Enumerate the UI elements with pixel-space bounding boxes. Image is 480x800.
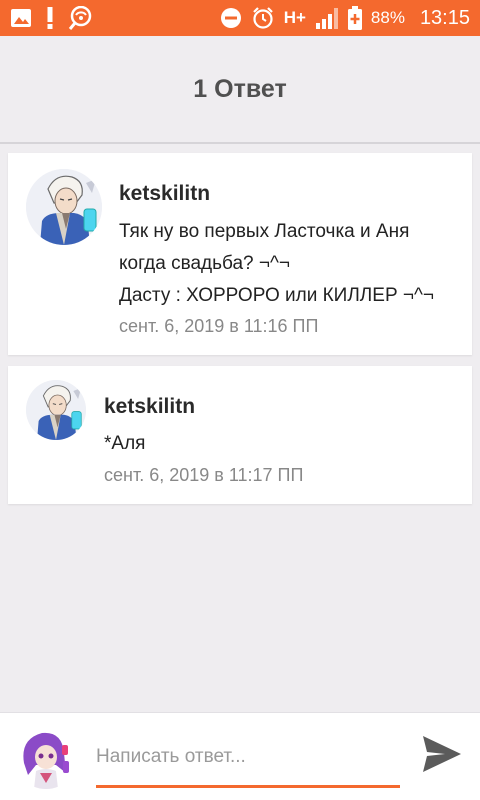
avatar[interactable] <box>26 380 86 440</box>
status-bar: H+ 88% 13:15 <box>0 0 480 36</box>
send-icon <box>421 734 463 774</box>
battery-icon <box>347 6 362 30</box>
comment-timestamp: сент. 6, 2019 в 11:16 ПП <box>119 316 319 336</box>
alarm-icon <box>251 6 275 30</box>
avatar[interactable] <box>26 169 102 245</box>
image-icon <box>10 8 32 28</box>
comment-content: ketskilitn Тяк ну во первых Ласточка и А… <box>119 181 464 339</box>
header: 1 Ответ <box>0 36 480 144</box>
comment-text: Тяк ну во первых Ласточка и Аня <box>119 221 410 242</box>
author-name[interactable]: ketskilitn <box>119 181 464 207</box>
my-avatar <box>14 725 78 789</box>
input-underline <box>96 785 400 788</box>
clock: 13:15 <box>419 6 470 29</box>
do-not-disturb-icon <box>220 7 242 29</box>
comment-text: когда свадьба? ¬^¬ <box>119 253 290 274</box>
reply-composer <box>0 712 480 800</box>
signal-icon <box>315 7 339 29</box>
battery-level: 88% <box>370 8 405 27</box>
reply-input[interactable] <box>96 739 400 775</box>
author-name[interactable]: ketskilitn <box>104 394 464 420</box>
send-button[interactable] <box>418 730 466 778</box>
alert-icon <box>46 7 54 29</box>
comment-card: ketskilitn Тяк ну во первых Ласточка и А… <box>8 153 472 355</box>
network-type: H+ <box>283 8 306 27</box>
comment-text: Дасту : ХОРРОРО или КИЛЛЕР ¬^¬ <box>119 285 435 306</box>
comment-card: ketskilitn *Аля сент. 6, 2019 в 11:17 ПП <box>8 366 472 504</box>
wifi-search-icon <box>68 6 94 30</box>
comment-text: *Аля <box>104 433 146 454</box>
comment-content: ketskilitn *Аля сент. 6, 2019 в 11:17 ПП <box>104 394 464 488</box>
comment-timestamp: сент. 6, 2019 в 11:17 ПП <box>104 465 304 485</box>
page-title: 1 Ответ <box>193 74 287 103</box>
